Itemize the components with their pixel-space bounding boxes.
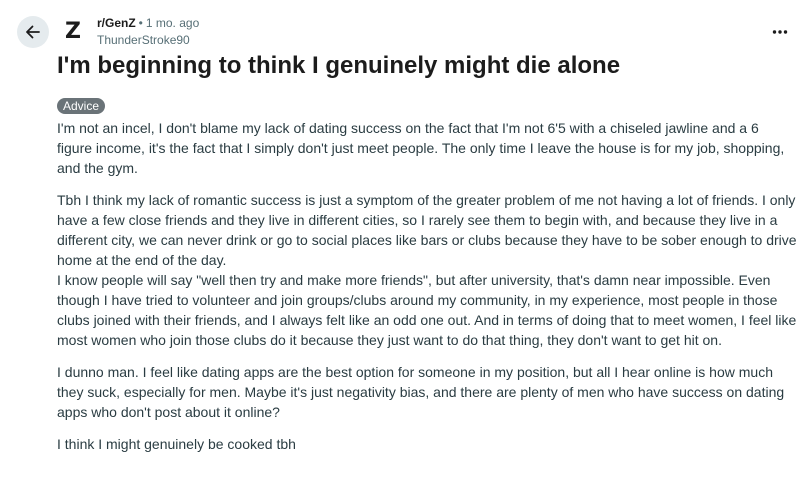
subreddit-avatar[interactable]: Z [58, 15, 88, 47]
body-paragraph: Tbh I think my lack of romantic success … [57, 192, 797, 268]
post-meta: r/GenZ • 1 mo. ago [97, 16, 199, 30]
meta-separator: • [138, 16, 143, 30]
more-options-icon [772, 30, 788, 34]
body-paragraph: I dunno man. I feel like dating apps are… [57, 364, 785, 420]
post-time: 1 mo. ago [145, 16, 200, 30]
subreddit-link[interactable]: r/GenZ [97, 16, 136, 30]
post-flair[interactable]: Advice [57, 98, 106, 114]
body-paragraph: I'm not an incel, I don't blame my lack … [57, 120, 785, 176]
back-button[interactable] [17, 16, 49, 48]
body-paragraph: I know people will say "well then try an… [57, 272, 797, 348]
author-link[interactable]: ThunderStroke90 [97, 33, 190, 47]
body-paragraph: I think I might genuinely be cooked tbh [57, 436, 296, 452]
post-title: I'm beginning to think I genuinely might… [57, 52, 621, 79]
back-arrow-icon [26, 25, 40, 39]
post-body: I'm not an incel, I don't blame my lack … [57, 118, 797, 466]
more-options-button[interactable] [766, 20, 794, 44]
